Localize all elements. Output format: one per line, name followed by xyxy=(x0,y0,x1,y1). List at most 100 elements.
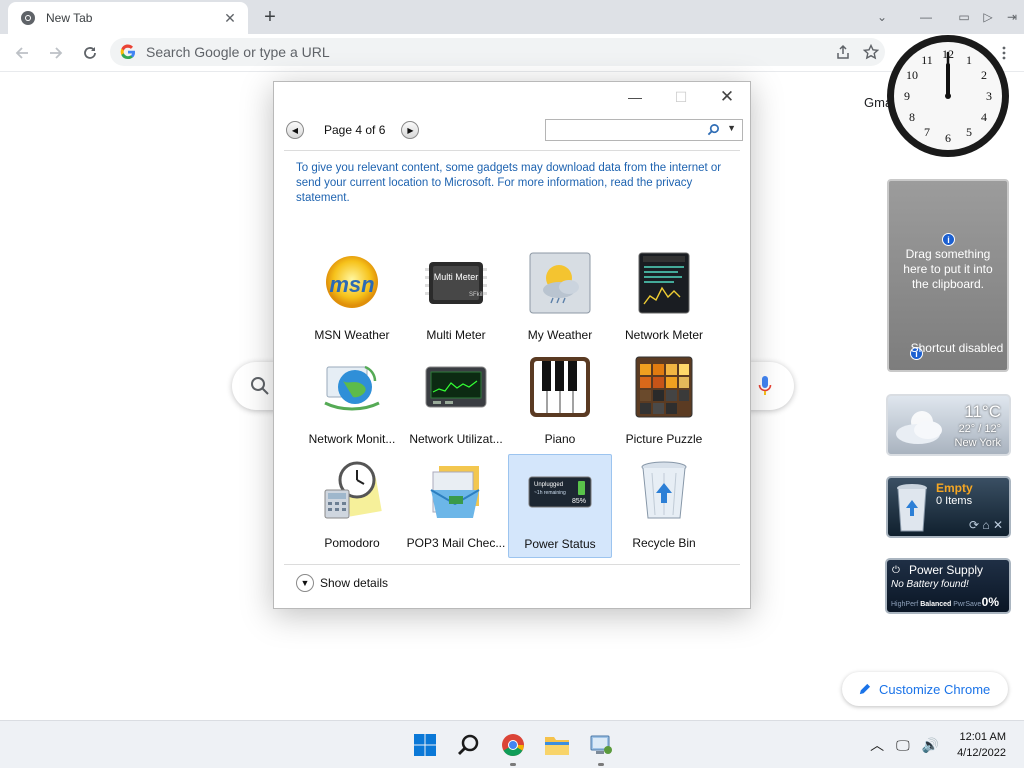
show-details-toggle[interactable]: ▼ Show details xyxy=(296,574,388,592)
search-dropdown-icon[interactable]: ▼ xyxy=(727,123,736,133)
gadget-tile[interactable]: Network Monit... xyxy=(300,350,404,454)
svg-text:85%: 85% xyxy=(572,498,586,505)
gadget-tile[interactable]: Recycle Bin xyxy=(612,454,716,558)
search-icon xyxy=(251,377,269,395)
taskbar-clock[interactable]: 12:01 AM 4/12/2022 xyxy=(957,729,1006,761)
recycle-actions: ⟳ ⌂ ✕ xyxy=(969,518,1003,532)
weather-range: 22° / 12° xyxy=(958,423,1001,435)
privacy-notice[interactable]: To give you relevant content, some gadge… xyxy=(296,161,726,206)
power-modes: HighPerf Balanced PwrSave xyxy=(891,601,981,608)
start-button[interactable] xyxy=(411,731,439,759)
my-weather-icon xyxy=(527,250,593,316)
piano-icon xyxy=(527,354,593,420)
dialog-close-button[interactable]: ✕ xyxy=(704,82,750,112)
power-status-icon: Unplugged ~1h remaining 85% xyxy=(527,459,593,525)
taskbar-search-button[interactable] xyxy=(455,731,483,759)
recycle-bin-icon xyxy=(631,458,697,524)
clipboard-text: Drag something here to put it into the c… xyxy=(903,247,993,291)
chevron-down-icon: ▼ xyxy=(296,574,314,592)
next-page-button[interactable]: ▶ xyxy=(401,121,420,139)
power-mode-balanced[interactable]: Balanced xyxy=(920,601,951,608)
back-arrow-icon xyxy=(15,46,28,59)
reload-button[interactable] xyxy=(74,37,106,69)
tab-search-icon[interactable]: ⌄ xyxy=(870,10,894,24)
window-controls: ⌄ — ▭ ▷ ⇥ xyxy=(870,0,1024,34)
svg-text:~1h remaining: ~1h remaining xyxy=(534,490,566,496)
multi-meter-icon: Multi Meter SFkill xyxy=(423,250,489,316)
svg-text:SFkill: SFkill xyxy=(469,292,484,298)
plug-icon: ⏻ xyxy=(892,565,900,576)
skip-icon[interactable]: ⇥ xyxy=(1000,10,1024,24)
microphone-icon[interactable] xyxy=(758,375,772,397)
svg-text:6: 6 xyxy=(945,131,951,145)
clipboard-gadget[interactable]: i Drag something here to put it into the… xyxy=(887,179,1009,372)
taskbar-time: 12:01 AM xyxy=(959,731,1006,743)
gadget-label: MSN Weather xyxy=(314,328,390,342)
gadget-label: Piano xyxy=(544,432,576,446)
chrome-icon xyxy=(21,11,35,25)
gadget-tile-selected[interactable]: Unplugged ~1h remaining 85% Power Status xyxy=(508,454,612,558)
gadget-gallery-dialog: — ☐ ✕ ◀ Page 4 of 6 ▶ ▼ To give you rele… xyxy=(273,81,751,609)
minimize-icon[interactable]: — xyxy=(914,10,938,24)
pop3-mail-icon xyxy=(423,458,489,524)
clock-gadget[interactable]: 121234567891011 xyxy=(885,33,1011,159)
weather-gadget[interactable]: 11°C 22° / 12° New York xyxy=(886,394,1011,456)
pencil-icon xyxy=(859,683,871,694)
gadget-tile[interactable]: Network Meter xyxy=(612,246,716,350)
tab-new-tab[interactable]: New Tab ✕ xyxy=(8,2,248,34)
taskbar-chrome-button[interactable] xyxy=(499,731,527,766)
gadget-label: POP3 Mail Chec... xyxy=(406,536,506,550)
svg-text:5: 5 xyxy=(966,125,972,139)
gadget-label: Recycle Bin xyxy=(632,536,696,550)
gadget-tile[interactable]: Piano xyxy=(508,350,612,454)
gadget-tile[interactable]: Multi Meter SFkill Multi Meter xyxy=(404,246,508,350)
power-mode-pwrsave[interactable]: PwrSave xyxy=(953,601,981,608)
gadget-tile[interactable]: msn MSN Weather xyxy=(300,246,404,350)
omnibox[interactable]: Search Google or type a URL xyxy=(110,38,885,66)
svg-text:Multi Meter: Multi Meter xyxy=(434,272,479,282)
dialog-minimize-button[interactable]: — xyxy=(612,82,658,112)
search-icon xyxy=(458,734,479,755)
customize-chrome-button[interactable]: Customize Chrome xyxy=(842,672,1008,706)
close-icon[interactable]: ✕ xyxy=(993,518,1003,532)
gadgets-icon xyxy=(590,735,612,754)
gadget-label: Multi Meter xyxy=(426,328,486,342)
chrome-icon xyxy=(502,734,524,756)
gadget-tile[interactable]: POP3 Mail Chec... xyxy=(404,454,508,558)
search-icon[interactable] xyxy=(707,123,720,136)
network-icon[interactable]: 🖵 xyxy=(896,737,910,754)
show-hidden-icons-chevron-up-icon[interactable]: ︿ xyxy=(870,735,884,755)
gadget-tile[interactable]: Network Utilizat... xyxy=(404,350,508,454)
taskbar-gadgets-button[interactable] xyxy=(587,731,615,766)
recycle-bin-gadget[interactable]: Empty 0 Items ⟳ ⌂ ✕ xyxy=(886,476,1011,538)
svg-text:2: 2 xyxy=(981,68,987,82)
previous-page-button[interactable]: ◀ xyxy=(286,121,304,139)
refresh-icon[interactable]: ⟳ xyxy=(969,518,979,532)
gadget-search-input[interactable]: ▼ xyxy=(545,119,743,141)
dialog-maximize-button: ☐ xyxy=(674,88,688,105)
tab-close-icon[interactable]: ✕ xyxy=(222,10,238,26)
power-supply-gadget[interactable]: ⏻ Power Supply No Battery found! HighPer… xyxy=(885,558,1011,614)
play-icon[interactable]: ▷ xyxy=(976,10,1000,24)
recycle-bin-status: Empty xyxy=(936,481,973,495)
power-mode-highperf[interactable]: HighPerf xyxy=(891,601,918,608)
gadget-tile[interactable]: My Weather xyxy=(508,246,612,350)
bookmark-star-icon[interactable] xyxy=(857,44,885,60)
weather-temperature: 11°C xyxy=(964,402,1001,421)
volume-icon[interactable]: 🔊 xyxy=(922,737,939,754)
taskbar-file-explorer-button[interactable] xyxy=(543,731,571,759)
system-tray: ︿ 🖵 🔊 12:01 AM 4/12/2022 xyxy=(870,721,1024,768)
tab-strip: New Tab ✕ + ⌄ — ▭ ▷ ⇥ xyxy=(0,0,1024,34)
back-button[interactable] xyxy=(6,37,38,69)
svg-text:8: 8 xyxy=(909,110,915,124)
gadget-label: Picture Puzzle xyxy=(625,432,703,446)
restore-icon[interactable]: ▭ xyxy=(952,10,976,24)
gadget-tile[interactable]: Pomodoro xyxy=(300,454,404,558)
empty-bin-icon[interactable]: ⌂ xyxy=(982,518,989,532)
new-tab-button[interactable]: + xyxy=(258,5,282,29)
running-indicator xyxy=(510,763,516,766)
share-icon[interactable] xyxy=(829,44,857,60)
forward-button[interactable] xyxy=(40,37,72,69)
svg-text:7: 7 xyxy=(924,125,930,139)
gadget-tile[interactable]: Picture Puzzle xyxy=(612,350,716,454)
